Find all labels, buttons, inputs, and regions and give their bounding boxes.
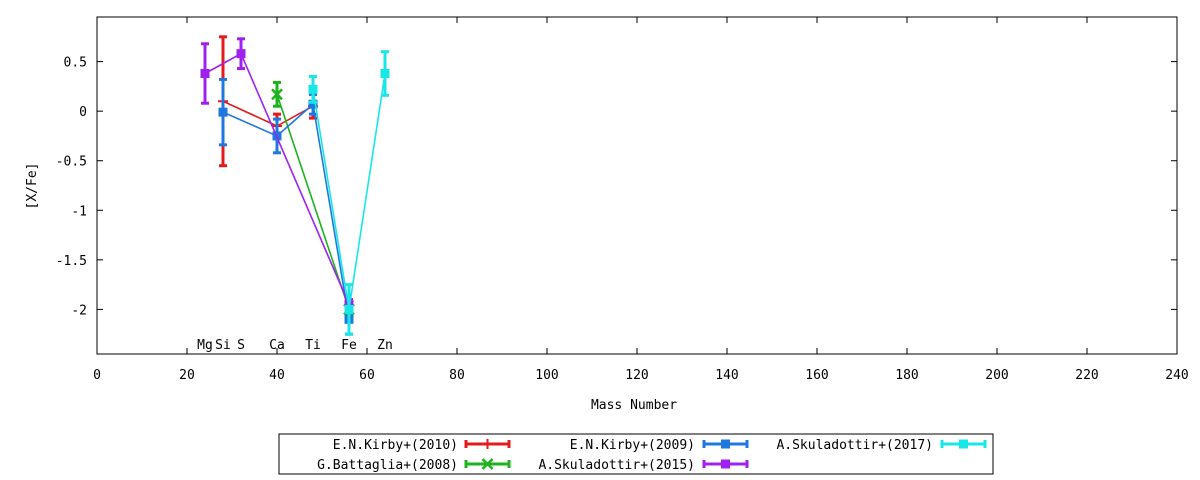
y-tick-label: -0.5 bbox=[56, 155, 87, 170]
element-labels: Mg Si S Ca Ti Fe Zn bbox=[197, 338, 393, 353]
x-tick-label: 240 bbox=[1165, 368, 1188, 383]
element-label: Fe bbox=[341, 338, 357, 353]
element-label: Ti bbox=[305, 338, 321, 353]
x-tick-label: 220 bbox=[1075, 368, 1098, 383]
data-point bbox=[344, 304, 354, 314]
x-tick-label: 180 bbox=[895, 368, 918, 383]
legend-label: A.Skuladottir+(2015) bbox=[538, 458, 695, 473]
series bbox=[218, 35, 318, 168]
chart: 0 20 40 60 80 100 120 140 160 180 200 220 240 0.5 0 -0… bbox=[25, 16, 1189, 475]
legend-label: E.N.Kirby+(2009) bbox=[570, 438, 695, 453]
element-label: Ca bbox=[269, 338, 285, 353]
element-label: S bbox=[237, 338, 245, 353]
y-tick-label: 0 bbox=[79, 105, 87, 120]
series-line bbox=[222, 100, 314, 127]
series bbox=[218, 77, 354, 336]
x-tick-label: 60 bbox=[359, 368, 375, 383]
y-tick-label: -1.5 bbox=[56, 254, 87, 269]
legend-label: A.Skuladottir+(2017) bbox=[776, 438, 933, 453]
series-line bbox=[222, 102, 350, 320]
x-axis-label: Mass Number bbox=[591, 398, 677, 413]
legend-label: G.Battaglia+(2008) bbox=[317, 458, 458, 473]
data-point bbox=[218, 107, 228, 117]
data-point bbox=[308, 84, 318, 94]
data-point bbox=[236, 49, 246, 59]
x-tick-label: 0 bbox=[93, 368, 101, 383]
x-tick-label: 120 bbox=[625, 368, 648, 383]
data-point bbox=[721, 459, 730, 469]
x-tick-label: 200 bbox=[985, 368, 1008, 383]
x-axis: 0 20 40 60 80 100 120 140 160 180 200 220 240 bbox=[93, 17, 1189, 383]
series bbox=[308, 50, 390, 336]
x-tick-label: 20 bbox=[179, 368, 195, 383]
element-label: Zn bbox=[377, 338, 393, 353]
element-label: Si bbox=[215, 338, 231, 353]
plot-frame bbox=[96, 16, 1178, 355]
x-tick-label: 40 bbox=[269, 368, 285, 383]
y-axis-label: [X/Fe] bbox=[25, 163, 40, 210]
x-tick-label: 160 bbox=[805, 368, 828, 383]
data-point bbox=[200, 68, 210, 78]
y-tick-label: -2 bbox=[71, 303, 87, 318]
y-tick-label: -1 bbox=[71, 204, 87, 219]
legend-label: E.N.Kirby+(2010) bbox=[333, 438, 458, 453]
element-label: Mg bbox=[197, 338, 213, 353]
series-line bbox=[312, 73, 386, 310]
x-tick-label: 140 bbox=[715, 368, 738, 383]
data-point bbox=[721, 439, 730, 449]
y-tick-label: 0.5 bbox=[64, 56, 87, 71]
data-point bbox=[959, 439, 968, 449]
x-tick-label: 100 bbox=[535, 368, 558, 383]
data-point bbox=[380, 68, 390, 78]
x-tick-label: 80 bbox=[449, 368, 465, 383]
series-layer bbox=[200, 35, 390, 336]
